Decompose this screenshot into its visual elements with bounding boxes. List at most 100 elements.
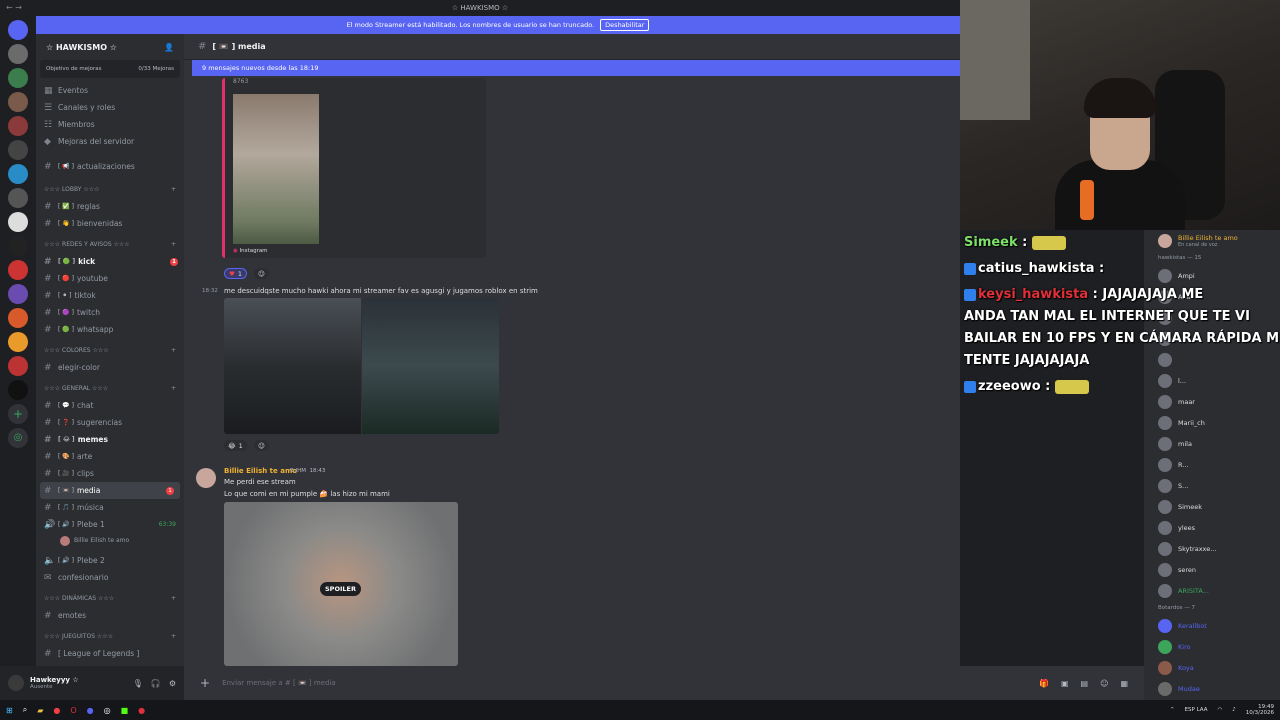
server-icon[interactable] xyxy=(8,188,28,208)
channel-musica[interactable]: # [ 🎵 ] música xyxy=(36,499,184,516)
member-item[interactable]: S... xyxy=(1144,475,1280,496)
avatar[interactable] xyxy=(196,468,216,488)
member-item[interactable]: Koya xyxy=(1144,657,1280,678)
category-jueguitos[interactable]: ☆☆☆ JUEGUITOS ☆☆☆ + xyxy=(36,628,184,645)
sticker-icon[interactable]: ▤ xyxy=(1081,679,1089,688)
gear-icon[interactable]: ⚙ xyxy=(169,679,176,688)
member-item[interactable]: Kiro xyxy=(1144,636,1280,657)
folder-icon[interactable]: ▰ xyxy=(37,706,43,715)
category-lobby[interactable]: ☆☆☆ LOBBY ☆☆☆ + xyxy=(36,181,184,198)
server-icon[interactable] xyxy=(8,212,28,232)
server-icon[interactable] xyxy=(8,260,28,280)
new-messages-banner[interactable]: 9 mensajes nuevos desde las 18:19 xyxy=(192,60,960,76)
kick-icon[interactable]: ■ xyxy=(121,706,129,715)
channel-lol[interactable]: # [ League of Legends ] xyxy=(36,645,184,662)
server-icon[interactable] xyxy=(8,116,28,136)
category-dinamicas[interactable]: ☆☆☆ DINÁMICAS ☆☆☆ + xyxy=(36,590,184,607)
server-header[interactable]: ☆ HAWKISMO ☆ 👤 xyxy=(36,34,184,60)
member-item[interactable]: Simeek xyxy=(1144,496,1280,517)
channel-memes[interactable]: # [ 😂 ] memes xyxy=(36,431,184,448)
chrome-icon[interactable]: ◎ xyxy=(104,706,111,715)
member-item[interactable]: Mudae xyxy=(1144,678,1280,699)
channel-confesionario[interactable]: ✉ confesionario xyxy=(36,569,184,586)
obs-icon[interactable]: ● xyxy=(138,706,145,715)
channel-whatsapp[interactable]: # [ 🟢 ] whatsapp xyxy=(36,321,184,338)
server-icon[interactable] xyxy=(8,68,28,88)
member-item[interactable]: ARISITA... xyxy=(1144,580,1280,601)
menu-boosts[interactable]: ◆ Mejoras del servidor xyxy=(36,133,184,150)
add-attachment-icon[interactable]: + xyxy=(200,676,210,690)
back-icon[interactable]: ← → xyxy=(6,3,22,12)
add-channel-icon[interactable]: + xyxy=(171,186,176,193)
server-icon[interactable] xyxy=(8,356,28,376)
voice-channel-plebe-2[interactable]: 🔈[ 🔊 ] Plebe 2 xyxy=(36,552,184,569)
add-channel-icon[interactable]: + xyxy=(171,347,176,354)
video-attachment[interactable] xyxy=(362,298,499,434)
reaction-emoji[interactable]: 😂 1 xyxy=(224,440,247,451)
add-reaction-button[interactable]: ☺ xyxy=(254,268,269,279)
video-attachment[interactable] xyxy=(224,298,361,434)
channel-chat[interactable]: # [ 💬 ] chat xyxy=(36,397,184,414)
channel-media[interactable]: # [ 📼 ] media 1 xyxy=(40,482,180,499)
member-item[interactable]: mila xyxy=(1144,433,1280,454)
microphone-icon[interactable]: 🎙 xyxy=(133,679,143,688)
channel-actualizaciones[interactable]: # [ 📢 ] actualizaciones xyxy=(36,158,184,175)
server-icon[interactable] xyxy=(8,236,28,256)
add-channel-icon[interactable]: + xyxy=(171,241,176,248)
gift-icon[interactable]: 🎁 xyxy=(1039,679,1049,688)
browser-icon[interactable]: ● xyxy=(53,706,60,715)
channel-twitch[interactable]: # [ 🟣 ] twitch xyxy=(36,304,184,321)
server-icon[interactable] xyxy=(8,380,28,400)
channel-arte[interactable]: # [ 🎨 ] arte xyxy=(36,448,184,465)
menu-events[interactable]: ▦ Eventos xyxy=(36,82,184,99)
member-item[interactable]: Skytraxxe... xyxy=(1144,538,1280,559)
channel-youtube[interactable]: # [ 🔴 ] youtube xyxy=(36,270,184,287)
category-redes[interactable]: ☆☆☆ REDES Y AVISOS ☆☆☆ + xyxy=(36,236,184,253)
windows-start-icon[interactable]: ⊞ xyxy=(6,706,13,715)
tray-arrow-icon[interactable]: ⌃ xyxy=(1170,707,1175,713)
opera-icon[interactable]: O xyxy=(70,706,76,715)
channel-tiktok[interactable]: # [ ⚫ ] tiktok xyxy=(36,287,184,304)
category-general[interactable]: ☆☆☆ GENERAL ☆☆☆ + xyxy=(36,380,184,397)
apps-icon[interactable]: ▦ xyxy=(1120,679,1128,688)
emoji-icon[interactable]: ☺ xyxy=(1100,679,1108,688)
channel-elegir-color[interactable]: # elegir-color xyxy=(36,359,184,376)
add-channel-icon[interactable]: + xyxy=(171,385,176,392)
discord-icon[interactable]: ● xyxy=(87,706,94,715)
menu-members[interactable]: ☷ Miembros xyxy=(36,116,184,133)
home-icon[interactable] xyxy=(8,20,28,40)
server-icon[interactable] xyxy=(8,44,28,64)
language-indicator[interactable]: ESP LAA xyxy=(1185,707,1208,713)
explore-icon[interactable]: ◎ xyxy=(8,428,28,448)
add-channel-icon[interactable]: + xyxy=(171,595,176,602)
headphones-icon[interactable]: 🎧 xyxy=(151,679,161,688)
volume-icon[interactable]: ♪ xyxy=(1232,707,1236,713)
member-item[interactable]: R... xyxy=(1144,454,1280,475)
channel-clips[interactable]: # [ 🎥 ] clips xyxy=(36,465,184,482)
instagram-embed[interactable]: 8763 ◉ Instagram xyxy=(222,78,486,258)
reaction-heart[interactable]: ♥ 1 xyxy=(224,268,247,279)
category-colores[interactable]: ☆☆☆ COLORES ☆☆☆ + xyxy=(36,342,184,359)
message-author[interactable]: Billie Eilish te amo xyxy=(224,467,297,475)
embed-image[interactable] xyxy=(233,94,319,244)
server-icon[interactable] xyxy=(8,92,28,112)
member-item[interactable]: seren xyxy=(1144,559,1280,580)
invite-icon[interactable]: 👤 xyxy=(164,43,174,52)
message-input[interactable]: Enviar mensaje a # [ 📼 ] media xyxy=(222,679,336,687)
member-item[interactable]: ylees xyxy=(1144,517,1280,538)
voice-member[interactable]: Billie Eilish te amo xyxy=(36,533,184,548)
add-server-icon[interactable]: + xyxy=(8,404,28,424)
clock[interactable]: 19:49 10/3/2026 xyxy=(1246,704,1274,716)
voice-channel-plebe-1[interactable]: 🔊[ 🔊 ] Plebe 1 63:39 xyxy=(36,516,184,533)
member-item[interactable]: Kerallbot xyxy=(1144,615,1280,636)
spoiler-image[interactable]: SPOILER xyxy=(224,502,458,666)
boost-goal[interactable]: Objetivo de mejoras 0/33 Mejoras xyxy=(40,60,180,78)
gif-icon[interactable]: ▣ xyxy=(1061,679,1069,688)
server-icon[interactable] xyxy=(8,164,28,184)
server-icon[interactable] xyxy=(8,308,28,328)
wifi-icon[interactable]: ◠ xyxy=(1217,707,1222,713)
server-icon[interactable] xyxy=(8,332,28,352)
avatar[interactable] xyxy=(8,675,24,691)
server-icon[interactable] xyxy=(8,140,28,160)
menu-channels-roles[interactable]: ☰ Canales y roles xyxy=(36,99,184,116)
